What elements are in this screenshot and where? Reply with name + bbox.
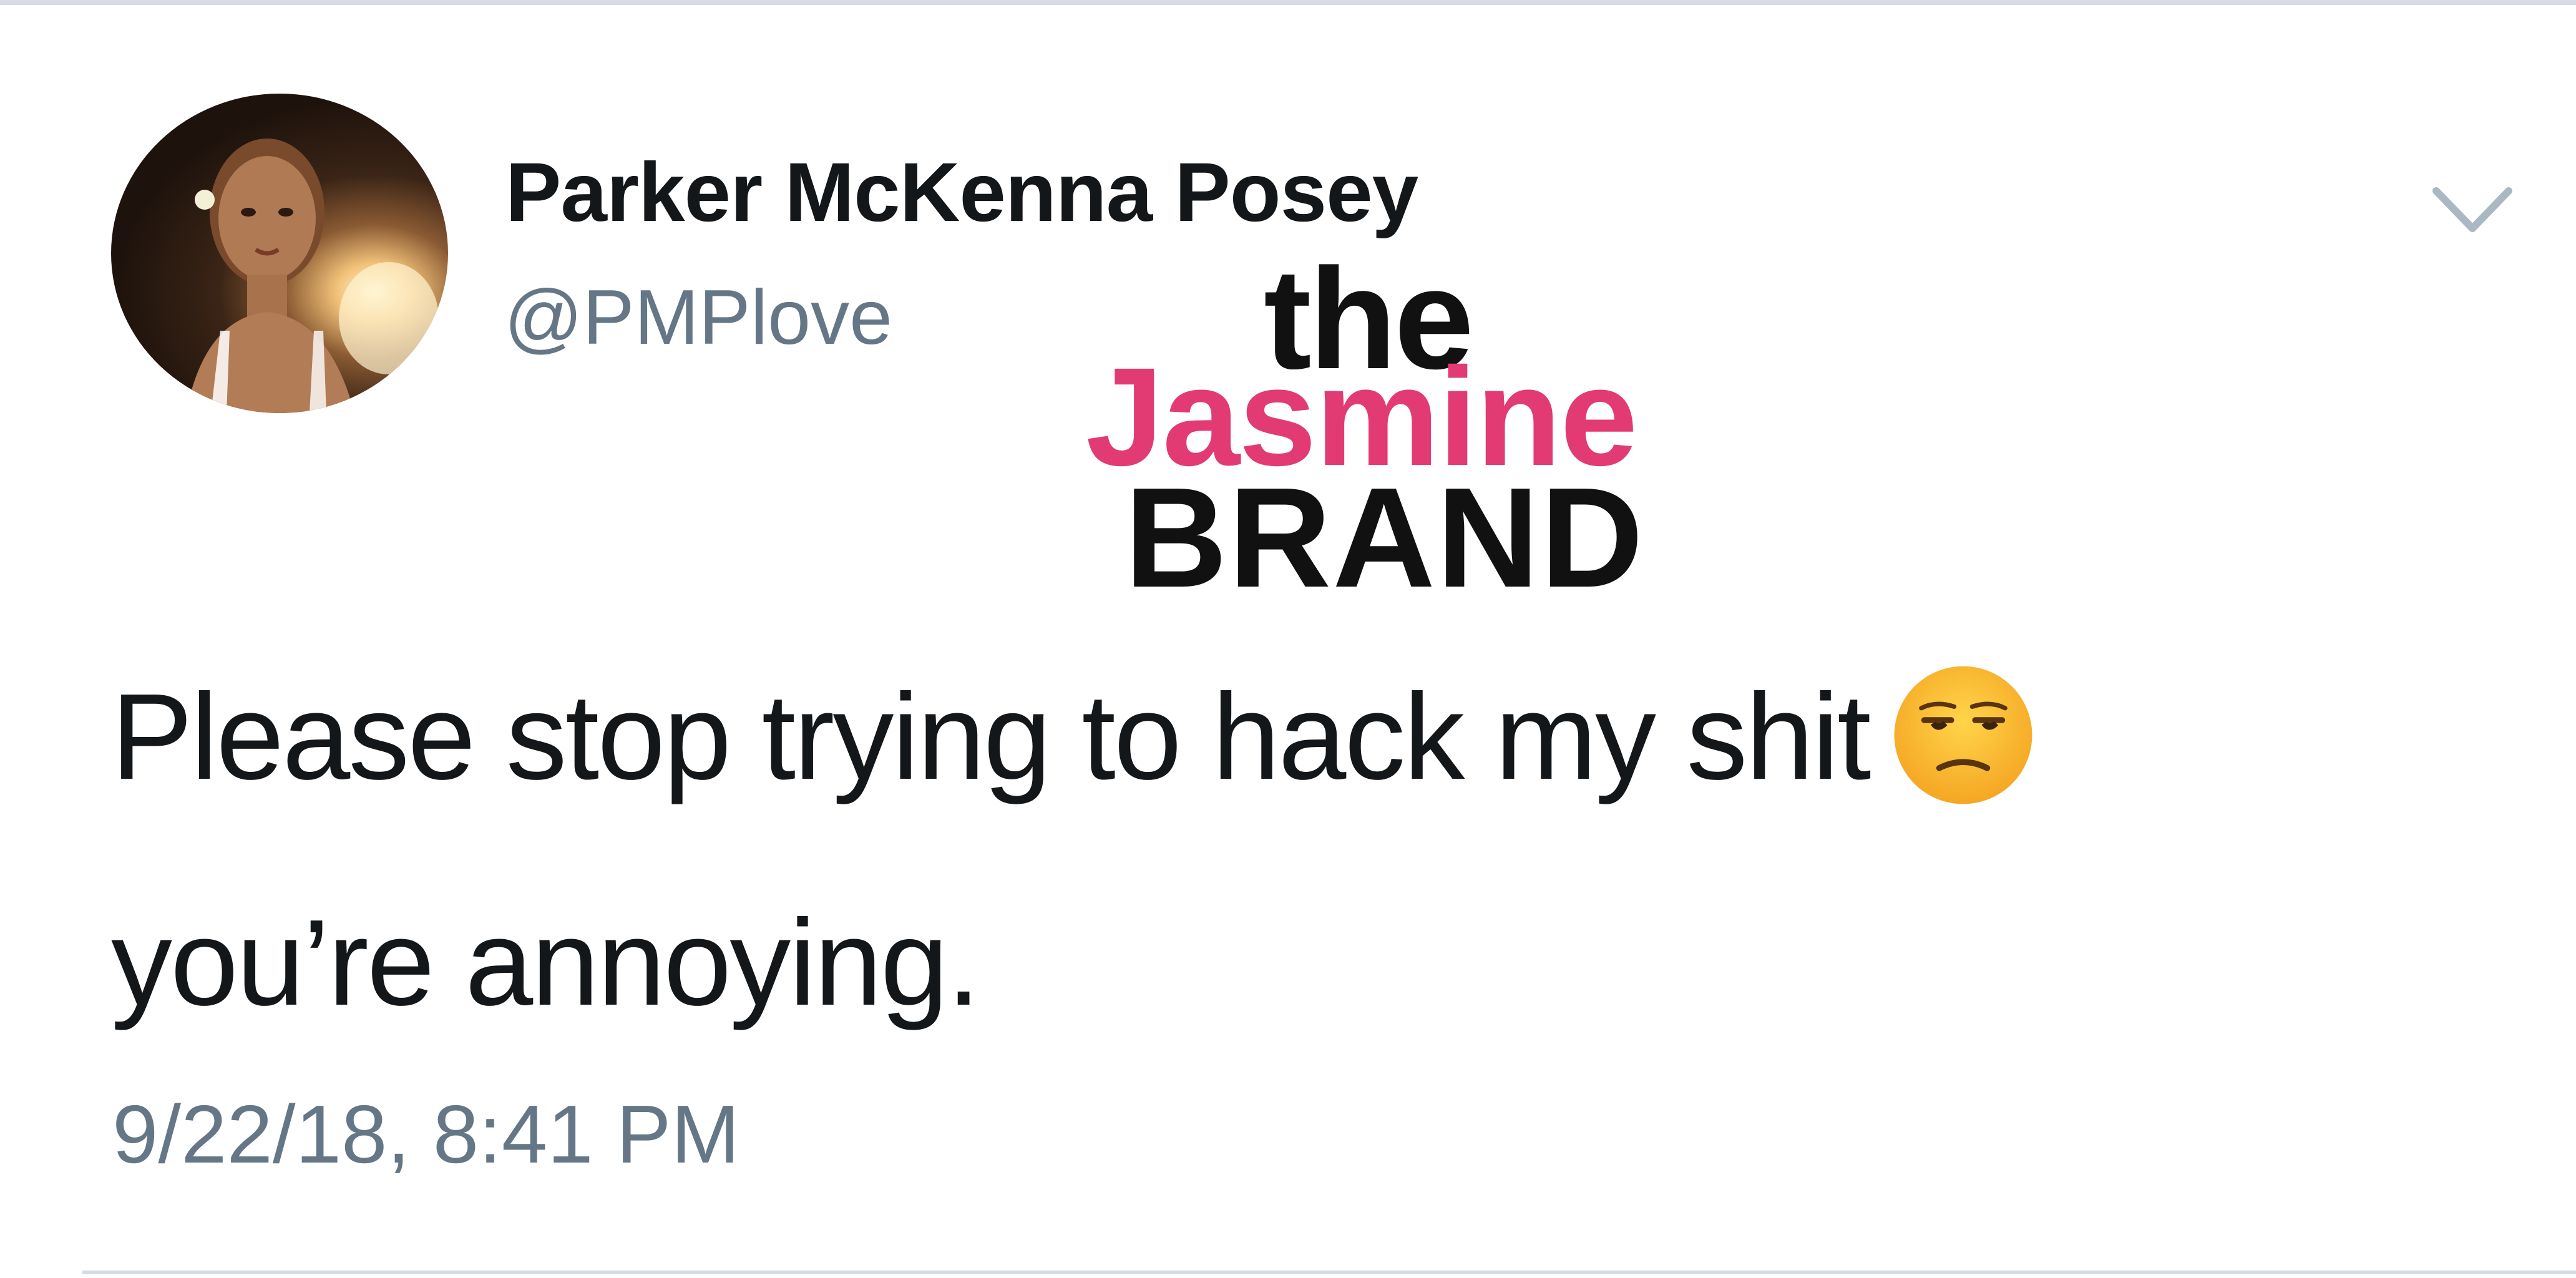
tweet-text-line-1: Please stop trying to hack my shit xyxy=(111,668,1871,805)
bottom-divider xyxy=(82,1271,2576,1274)
tweet-timestamp[interactable]: 9/22/18, 8:41 PM xyxy=(112,1087,739,1181)
chevron-down-icon[interactable] xyxy=(2429,181,2516,238)
avatar-photo xyxy=(186,139,439,413)
tweet-text: Please stop trying to hack my shit you’r… xyxy=(111,624,2420,1076)
avatar[interactable] xyxy=(111,94,448,413)
display-name[interactable]: Parker McKenna Posey xyxy=(505,145,1418,240)
watermark-brand: BRAND xyxy=(1125,459,1645,617)
tweet-text-line-2: you’re annoying. xyxy=(111,894,980,1031)
watermark-logo: the Jasmine BRAND xyxy=(1086,247,1747,617)
tweet-text-line: Please stop trying to hack my shit xyxy=(111,624,2420,850)
top-divider xyxy=(0,0,2576,5)
user-handle[interactable]: @PMPlove xyxy=(504,273,892,362)
unamused-face-icon xyxy=(1894,666,2032,804)
